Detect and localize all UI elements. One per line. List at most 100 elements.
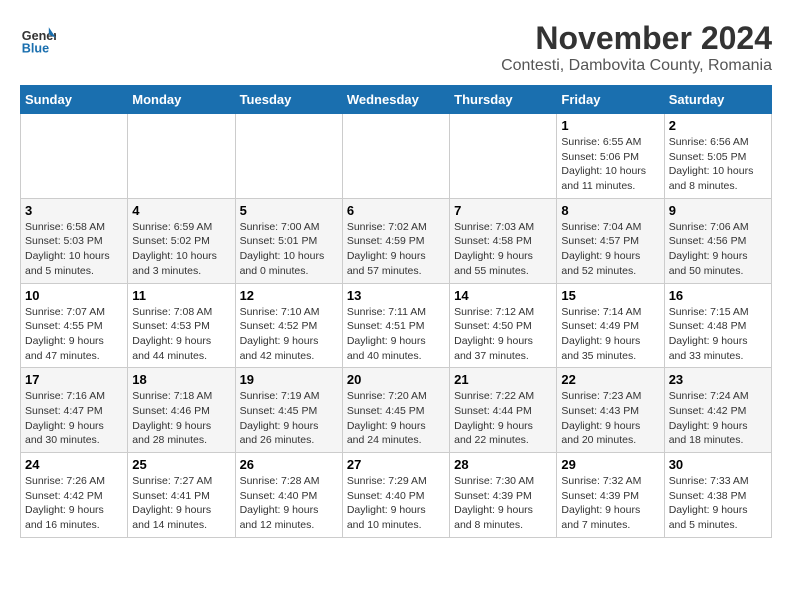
day-number: 12: [240, 288, 338, 303]
calendar-cell: [21, 114, 128, 199]
calendar-cell: 17Sunrise: 7:16 AMSunset: 4:47 PMDayligh…: [21, 368, 128, 453]
calendar-cell: 6Sunrise: 7:02 AMSunset: 4:59 PMDaylight…: [342, 198, 449, 283]
day-info: Sunrise: 7:12 AMSunset: 4:50 PMDaylight:…: [454, 305, 552, 364]
day-info: Sunrise: 7:32 AMSunset: 4:39 PMDaylight:…: [561, 474, 659, 533]
calendar-cell: 28 Sunrise: 7:30 AMSunset: 4:39 PMDayligh…: [450, 453, 557, 538]
day-number: 25: [132, 457, 230, 472]
day-info: Sunrise: 7:06 AMSunset: 4:56 PMDaylight:…: [669, 220, 767, 279]
day-info: Sunrise: 7:27 AMSunset: 4:41 PMDaylight:…: [132, 474, 230, 533]
calendar-cell: 29Sunrise: 7:32 AMSunset: 4:39 PMDayligh…: [557, 453, 664, 538]
calendar-cell: 27Sunrise: 7:29 AMSunset: 4:40 PMDayligh…: [342, 453, 449, 538]
day-number: 2: [669, 118, 767, 133]
day-info: Sunrise: 7:10 AMSunset: 4:52 PMDaylight:…: [240, 305, 338, 364]
day-number: 17: [25, 372, 123, 387]
day-info: Sunrise: 7:11 AMSunset: 4:51 PMDaylight:…: [347, 305, 445, 364]
calendar-cell: 8 Sunrise: 7:04 AMSunset: 4:57 PMDaylight…: [557, 198, 664, 283]
day-info: Sunrise: 7:19 AMSunset: 4:45 PMDaylight:…: [240, 389, 338, 448]
day-number: 6: [347, 203, 445, 218]
day-number: 28: [454, 457, 552, 472]
calendar-cell: 22Sunrise: 7:23 AMSunset: 4:43 PMDayligh…: [557, 368, 664, 453]
calendar-cell: 30Sunrise: 7:33 AMSunset: 4:38 PMDayligh…: [664, 453, 771, 538]
day-number: 14: [454, 288, 552, 303]
calendar-cell: [128, 114, 235, 199]
day-number: 8: [561, 203, 659, 218]
title-area: November 2024 Contesti, Dambovita County…: [501, 20, 772, 75]
day-number: 26: [240, 457, 338, 472]
calendar-cell: 19 Sunrise: 7:19 AMSunset: 4:45 PMDayligh…: [235, 368, 342, 453]
calendar-week-row: 17Sunrise: 7:16 AMSunset: 4:47 PMDayligh…: [21, 368, 772, 453]
day-info: Sunrise: 7:04 AMSunset: 4:57 PMDaylight:…: [561, 220, 659, 279]
day-info: Sunrise: 7:22 AMSunset: 4:44 PMDaylight:…: [454, 389, 552, 448]
calendar-cell: 2 Sunrise: 6:56 AMSunset: 5:05 PMDaylight…: [664, 114, 771, 199]
calendar-cell: 16 Sunrise: 7:15 AMSunset: 4:48 PMDayligh…: [664, 283, 771, 368]
day-info: Sunrise: 7:20 AMSunset: 4:45 PMDaylight:…: [347, 389, 445, 448]
day-info: Sunrise: 7:29 AMSunset: 4:40 PMDaylight:…: [347, 474, 445, 533]
day-info: Sunrise: 6:59 AMSunset: 5:02 PMDaylight:…: [132, 220, 230, 279]
calendar-table: SundayMondayTuesdayWednesdayThursdayFrid…: [20, 85, 772, 538]
calendar-cell: 14 Sunrise: 7:12 AMSunset: 4:50 PMDayligh…: [450, 283, 557, 368]
day-number: 7: [454, 203, 552, 218]
calendar-cell: 4Sunrise: 6:59 AMSunset: 5:02 PMDaylight…: [128, 198, 235, 283]
calendar-body: 1Sunrise: 6:55 AMSunset: 5:06 PMDaylight…: [21, 114, 772, 538]
day-info: Sunrise: 7:33 AMSunset: 4:38 PMDaylight:…: [669, 474, 767, 533]
calendar-cell: 10Sunrise: 7:07 AMSunset: 4:55 PMDayligh…: [21, 283, 128, 368]
calendar-cell: 21 Sunrise: 7:22 AMSunset: 4:44 PMDayligh…: [450, 368, 557, 453]
day-number: 3: [25, 203, 123, 218]
weekday-header-cell: Friday: [557, 86, 664, 114]
calendar-week-row: 1Sunrise: 6:55 AMSunset: 5:06 PMDaylight…: [21, 114, 772, 199]
day-info: Sunrise: 7:28 AMSunset: 4:40 PMDaylight:…: [240, 474, 338, 533]
calendar-cell: 18Sunrise: 7:18 AMSunset: 4:46 PMDayligh…: [128, 368, 235, 453]
day-number: 1: [561, 118, 659, 133]
calendar-cell: 23Sunrise: 7:24 AMSunset: 4:42 PMDayligh…: [664, 368, 771, 453]
calendar-cell: [450, 114, 557, 199]
header: General Blue November 2024 Contesti, Dam…: [20, 20, 772, 75]
calendar-cell: 12 Sunrise: 7:10 AMSunset: 4:52 PMDayligh…: [235, 283, 342, 368]
calendar-cell: 3 Sunrise: 6:58 AMSunset: 5:03 PMDaylight…: [21, 198, 128, 283]
weekday-header-cell: Thursday: [450, 86, 557, 114]
day-number: 19: [240, 372, 338, 387]
location-title: Contesti, Dambovita County, Romania: [501, 57, 772, 75]
day-number: 24: [25, 457, 123, 472]
day-info: Sunrise: 7:03 AMSunset: 4:58 PMDaylight:…: [454, 220, 552, 279]
weekday-header-cell: Saturday: [664, 86, 771, 114]
calendar-cell: 15 Sunrise: 7:14 AMSunset: 4:49 PMDayligh…: [557, 283, 664, 368]
svg-text:Blue: Blue: [22, 41, 49, 55]
calendar-cell: 5 Sunrise: 7:00 AMSunset: 5:01 PMDaylight…: [235, 198, 342, 283]
calendar-cell: 7 Sunrise: 7:03 AMSunset: 4:58 PMDaylight…: [450, 198, 557, 283]
calendar-cell: 9 Sunrise: 7:06 AMSunset: 4:56 PMDaylight…: [664, 198, 771, 283]
calendar-week-row: 3 Sunrise: 6:58 AMSunset: 5:03 PMDaylight…: [21, 198, 772, 283]
day-info: Sunrise: 6:58 AMSunset: 5:03 PMDaylight:…: [25, 220, 123, 279]
day-number: 9: [669, 203, 767, 218]
weekday-header-cell: Sunday: [21, 86, 128, 114]
day-info: Sunrise: 7:00 AMSunset: 5:01 PMDaylight:…: [240, 220, 338, 279]
day-info: Sunrise: 7:26 AMSunset: 4:42 PMDaylight:…: [25, 474, 123, 533]
calendar-cell: 20 Sunrise: 7:20 AMSunset: 4:45 PMDayligh…: [342, 368, 449, 453]
calendar-week-row: 10Sunrise: 7:07 AMSunset: 4:55 PMDayligh…: [21, 283, 772, 368]
weekday-header-cell: Tuesday: [235, 86, 342, 114]
calendar-cell: [342, 114, 449, 199]
day-info: Sunrise: 6:56 AMSunset: 5:05 PMDaylight:…: [669, 135, 767, 194]
day-number: 15: [561, 288, 659, 303]
day-info: Sunrise: 7:23 AMSunset: 4:43 PMDaylight:…: [561, 389, 659, 448]
logo-icon: General Blue: [20, 20, 56, 56]
day-number: 21: [454, 372, 552, 387]
day-number: 23: [669, 372, 767, 387]
day-number: 5: [240, 203, 338, 218]
day-info: Sunrise: 7:08 AMSunset: 4:53 PMDaylight:…: [132, 305, 230, 364]
day-number: 11: [132, 288, 230, 303]
weekday-header-cell: Monday: [128, 86, 235, 114]
weekday-header-cell: Wednesday: [342, 86, 449, 114]
calendar-cell: 1Sunrise: 6:55 AMSunset: 5:06 PMDaylight…: [557, 114, 664, 199]
calendar-week-row: 24 Sunrise: 7:26 AMSunset: 4:42 PMDayligh…: [21, 453, 772, 538]
day-info: Sunrise: 7:30 AMSunset: 4:39 PMDaylight:…: [454, 474, 552, 533]
calendar-cell: 11 Sunrise: 7:08 AMSunset: 4:53 PMDayligh…: [128, 283, 235, 368]
day-info: Sunrise: 7:18 AMSunset: 4:46 PMDaylight:…: [132, 389, 230, 448]
month-title: November 2024: [501, 20, 772, 57]
day-number: 20: [347, 372, 445, 387]
day-info: Sunrise: 7:15 AMSunset: 4:48 PMDaylight:…: [669, 305, 767, 364]
calendar-cell: 26 Sunrise: 7:28 AMSunset: 4:40 PMDayligh…: [235, 453, 342, 538]
day-info: Sunrise: 7:14 AMSunset: 4:49 PMDaylight:…: [561, 305, 659, 364]
calendar-cell: 13 Sunrise: 7:11 AMSunset: 4:51 PMDayligh…: [342, 283, 449, 368]
day-number: 16: [669, 288, 767, 303]
day-number: 13: [347, 288, 445, 303]
